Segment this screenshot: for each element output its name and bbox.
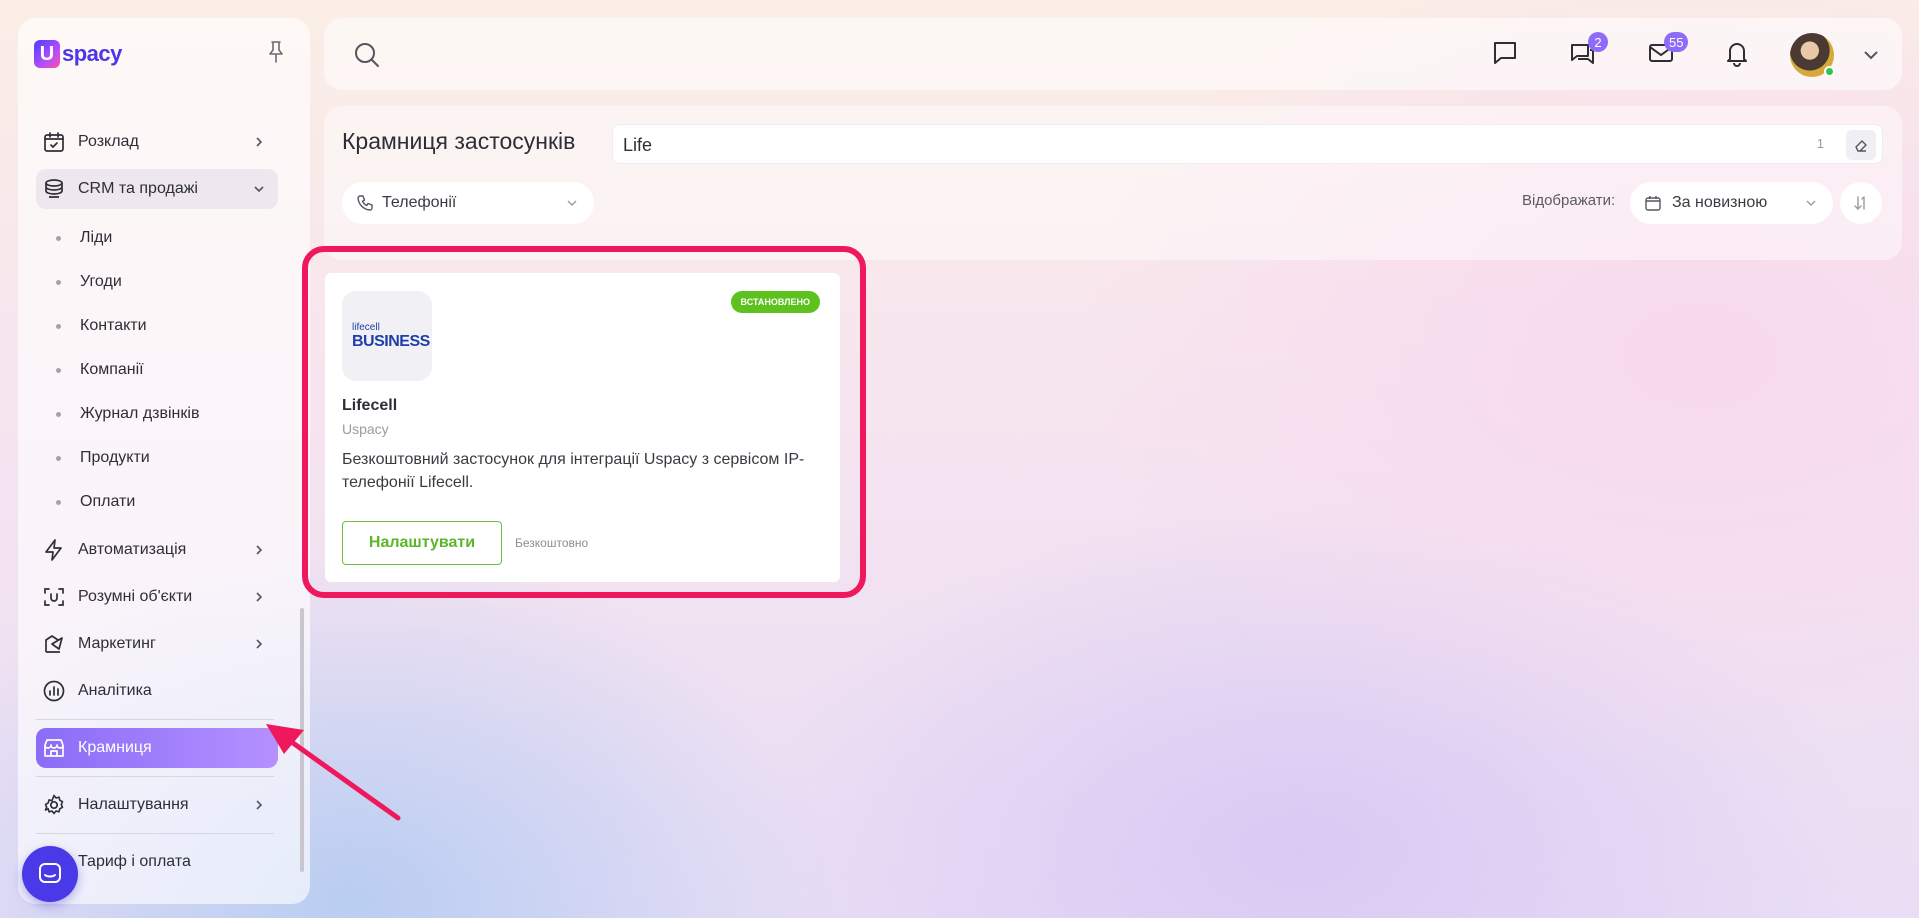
sidebar-divider: [36, 833, 274, 834]
chat-icon: [39, 863, 61, 883]
submenu-item-contacts[interactable]: Контакти: [36, 304, 278, 348]
submenu-item-payments[interactable]: Оплати: [36, 480, 278, 524]
mail-badge: 55: [1664, 32, 1689, 52]
calendar-icon: [1645, 196, 1661, 211]
sidebar-item-analytics[interactable]: Аналітика: [36, 671, 278, 711]
app-name: Lifecell: [342, 397, 398, 414]
sidebar-item-label: CRM та продажі: [78, 180, 198, 197]
sidebar-item-label: Автоматизація: [78, 541, 187, 558]
store-icon: [44, 739, 64, 757]
sidebar-item-label: Тариф і оплата: [78, 853, 191, 870]
sidebar-item-crm[interactable]: CRM та продажі: [36, 169, 278, 209]
category-filter-select[interactable]: Телефонії: [342, 182, 594, 224]
uspacy-logo[interactable]: U spacy: [34, 40, 122, 68]
sidebar-item-automation[interactable]: Автоматизація: [36, 530, 278, 570]
sort-select[interactable]: За новизною: [1630, 182, 1833, 224]
sidebar-item-label: Крамниця: [78, 739, 152, 756]
app-search-input[interactable]: [623, 131, 1773, 159]
submenu-item-companies[interactable]: Компанії: [36, 348, 278, 392]
chevron-right-icon: [256, 639, 263, 649]
sidebar-item-label: Розумні об'єкти: [78, 588, 193, 605]
search-icon[interactable]: [352, 40, 382, 70]
sidebar-item-label: Налаштування: [78, 796, 189, 813]
app-card-lifecell[interactable]: lifecell BUSINESS ВСТАНОВЛЕНО Lifecell U…: [325, 273, 840, 582]
category-filter-value: Телефонії: [382, 194, 457, 211]
sidebar-item-schedule[interactable]: Розклад: [36, 122, 278, 162]
pointer-arrow-annotation: [266, 724, 401, 821]
submenu-item-deals[interactable]: Угоди: [36, 260, 278, 304]
chevron-down-icon: [254, 186, 264, 193]
chevron-right-icon: [256, 592, 263, 602]
chevron-down-icon: [1806, 200, 1816, 206]
pin-icon[interactable]: [266, 40, 286, 64]
sidebar-nav: Розклад CRM та продажі Ліди Угоди Контак…: [18, 122, 294, 889]
app-description: Безкоштовний застосунок для інтеграції U…: [342, 451, 805, 491]
messages-icon[interactable]: [1490, 38, 1520, 68]
chats-badge: 2: [1588, 32, 1608, 52]
sort-direction-button[interactable]: [1840, 182, 1882, 224]
calendar-icon: [44, 132, 64, 152]
chevron-right-icon: [256, 545, 263, 555]
analytics-icon: [43, 680, 65, 702]
lifecell-business-logo: lifecell BUSINESS: [342, 291, 432, 381]
sidebar-item-label: Розклад: [78, 133, 139, 150]
page-title: Крамниця застосунків: [342, 128, 576, 154]
submenu-item-leads[interactable]: Ліди: [36, 216, 278, 260]
sidebar-item-label: Маркетинг: [78, 635, 156, 652]
sidebar-item-store[interactable]: Крамниця: [36, 728, 278, 768]
support-chat-button[interactable]: [22, 846, 78, 902]
bell-icon[interactable]: [1722, 38, 1752, 68]
chevron-right-icon: [256, 137, 263, 147]
sidebar-item-smart-objects[interactable]: Розумні об'єкти: [36, 577, 278, 617]
app-price: Безкоштовно: [515, 536, 589, 550]
sidebar-item-marketing[interactable]: Маркетинг: [36, 624, 278, 664]
chevron-down-icon[interactable]: [1862, 48, 1880, 62]
sidebar-divider: [36, 719, 274, 720]
app-vendor: Uspacy: [342, 421, 389, 437]
logo-mark: U: [34, 40, 60, 68]
gear-icon: [44, 794, 64, 815]
submenu-item-products[interactable]: Продукти: [36, 436, 278, 480]
sidebar-item-settings[interactable]: Налаштування: [36, 785, 278, 825]
chevron-down-icon: [567, 200, 577, 206]
marketing-icon: [45, 635, 63, 653]
submenu-item-call-log[interactable]: Журнал дзвінків: [36, 392, 278, 436]
result-count: 1: [1816, 136, 1824, 151]
sidebar-divider: [36, 776, 274, 777]
logo-text: spacy: [62, 41, 122, 66]
crm-submenu: Ліди Угоди Контакти Компанії Журнал дзві…: [36, 216, 278, 524]
clear-search-button[interactable]: [1846, 130, 1876, 160]
sort-select-value: За новизною: [1672, 194, 1768, 211]
eraser-icon: [1855, 140, 1867, 152]
lightning-icon: [45, 539, 62, 561]
top-header: 2 55: [324, 18, 1902, 90]
installed-badge: ВСТАНОВЛЕНО: [730, 291, 820, 313]
sort-desc-icon: [1854, 196, 1865, 210]
display-label: Відображати:: [1522, 192, 1616, 209]
configure-button[interactable]: Налаштувати: [342, 521, 502, 565]
app-search-box: 1: [612, 124, 1883, 164]
phone-icon: [357, 195, 373, 211]
online-status-dot: [1824, 66, 1835, 77]
sidebar-item-label: Аналітика: [78, 682, 152, 699]
store-toolbar: Крамниця застосунків 1 Телефонії Відобра…: [324, 106, 1902, 260]
crm-stack-icon: [45, 179, 63, 198]
smart-objects-icon: [44, 588, 64, 606]
